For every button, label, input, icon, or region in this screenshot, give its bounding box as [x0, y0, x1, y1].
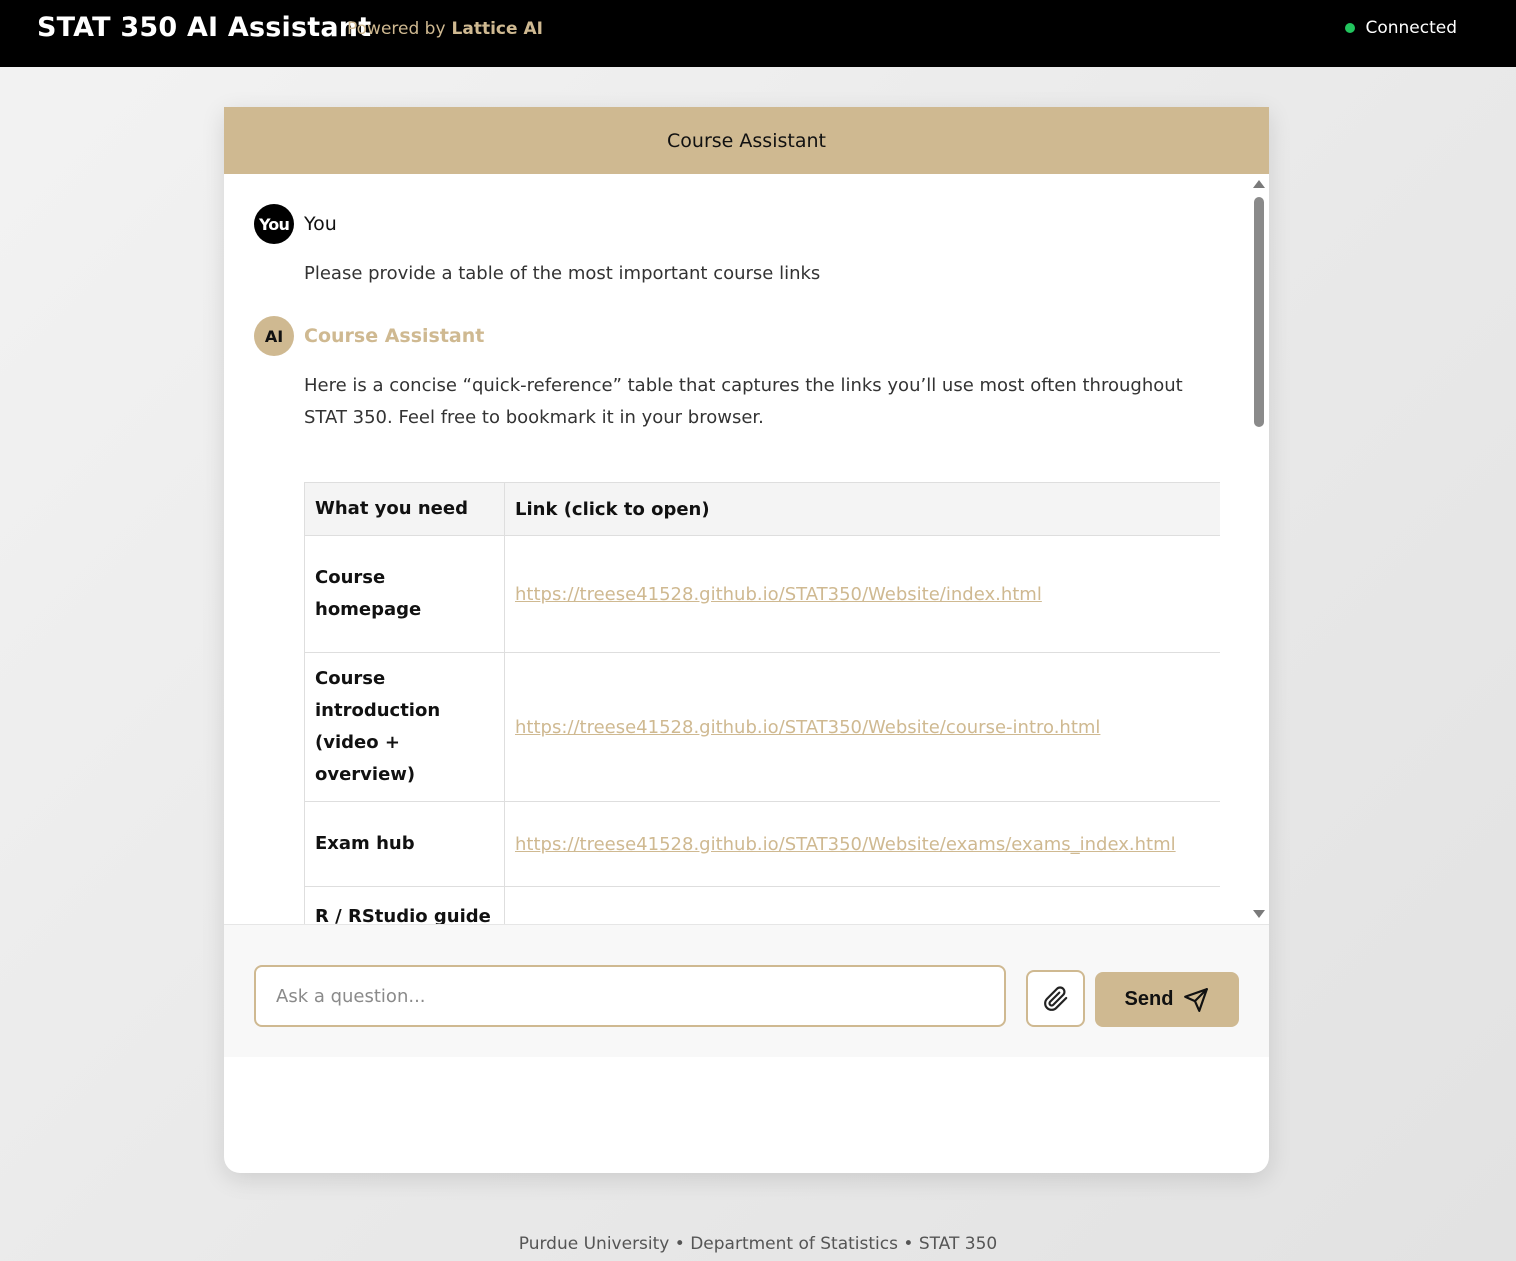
status-dot-icon: [1345, 23, 1356, 33]
user-sender-name: You: [304, 213, 337, 235]
send-button-label: Send: [1124, 988, 1174, 1010]
user-message: You You Please provide a table of the mo…: [254, 204, 1220, 290]
table-cell-need: Exam hub: [304, 801, 505, 887]
connection-status: Connected: [1345, 18, 1457, 38]
exam-hub-link[interactable]: https://treese41528.github.io/STAT350/We…: [515, 834, 1176, 855]
table-cell-need: R / RStudio guide: [304, 886, 505, 924]
scroll-thumb[interactable]: [1254, 197, 1264, 427]
status-text: Connected: [1365, 18, 1457, 38]
chat-card: Course Assistant You You Please provide …: [224, 107, 1269, 1173]
scroll-down-arrow-icon[interactable]: [1253, 910, 1265, 918]
send-button[interactable]: Send: [1095, 972, 1239, 1027]
scroll-up-arrow-icon[interactable]: [1253, 180, 1265, 188]
course-homepage-link[interactable]: https://treese41528.github.io/STAT350/We…: [515, 584, 1042, 605]
paperclip-icon: [1043, 985, 1067, 1011]
user-message-text: Please provide a table of the most impor…: [304, 263, 821, 284]
table-cell-need: Course introduction (video + overview): [304, 652, 505, 802]
course-intro-link[interactable]: https://treese41528.github.io/STAT350/We…: [515, 717, 1100, 738]
powered-by-label: Powered by: [347, 19, 446, 39]
table-header-row: What you need Link (click to open): [304, 482, 1220, 536]
composer: Send: [224, 924, 1269, 1057]
table-cell-link: https://treese41528.github.io/STAT350/We…: [504, 801, 1220, 887]
powered-by: Powered by Lattice AI: [347, 19, 543, 39]
table-row: Exam hub https://treese41528.github.io/S…: [304, 801, 1220, 887]
table-header-need: What you need: [304, 482, 505, 536]
assistant-message: AI Course Assistant Here is a concise “q…: [254, 316, 1220, 434]
chat-title: Course Assistant: [224, 107, 1269, 174]
table-header-link: Link (click to open): [504, 482, 1220, 536]
question-input[interactable]: [254, 965, 1006, 1027]
table-row: R / RStudio guide: [304, 886, 1220, 924]
user-avatar: You: [254, 204, 294, 244]
app-title: STAT 350 AI Assistant: [37, 12, 372, 43]
message-list[interactable]: You You Please provide a table of the mo…: [224, 174, 1269, 924]
footer: Purdue University • Department of Statis…: [518, 1234, 998, 1254]
powered-by-brand: Lattice AI: [451, 19, 543, 39]
assistant-avatar: AI: [254, 316, 294, 356]
table-row: Course homepage https://treese41528.gith…: [304, 535, 1220, 653]
message-scrollbar[interactable]: [1249, 174, 1269, 924]
table-cell-link: https://treese41528.github.io/STAT350/We…: [504, 535, 1220, 653]
course-links-table: What you need Link (click to open) Cours…: [304, 482, 1220, 924]
send-icon: [1184, 987, 1209, 1012]
table-cell-link: https://treese41528.github.io/STAT350/We…: [504, 652, 1220, 802]
attach-button[interactable]: [1026, 970, 1085, 1027]
assistant-message-text: Here is a concise “quick-reference” tabl…: [304, 375, 1183, 428]
table-cell-link: [504, 886, 1220, 924]
top-bar: STAT 350 AI Assistant Powered by Lattice …: [0, 0, 1516, 67]
table-cell-need: Course homepage: [304, 535, 505, 653]
table-row: Course introduction (video + overview) h…: [304, 652, 1220, 802]
assistant-sender-name: Course Assistant: [304, 325, 485, 347]
